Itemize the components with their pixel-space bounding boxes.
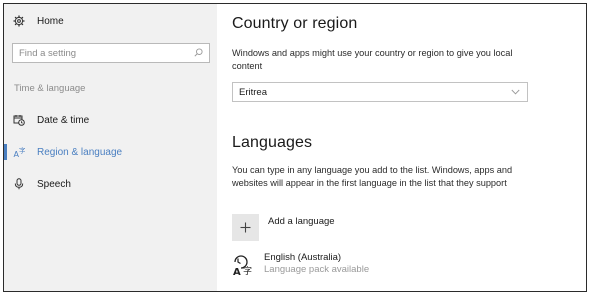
chevron-down-icon <box>511 87 520 98</box>
sidebar-item-label: Region & language <box>37 146 123 158</box>
add-language-button[interactable]: Add a language <box>232 214 335 241</box>
language-icon: A 字 <box>232 254 256 278</box>
language-status: Language pack available <box>264 264 370 275</box>
svg-text:字: 字 <box>19 146 25 155</box>
svg-text:A: A <box>233 267 241 276</box>
country-dropdown-value: Eritrea <box>239 86 267 98</box>
languages-title: Languages <box>232 134 313 151</box>
main-content: Country or region Windows and apps might… <box>232 4 586 291</box>
microphone-icon <box>12 177 26 191</box>
section-title: Time & language <box>14 83 86 94</box>
language-name: English (Australia) <box>264 252 342 263</box>
sidebar-item-label: Home <box>37 15 64 27</box>
sidebar-item-speech[interactable]: Speech <box>4 176 217 192</box>
add-language-label: Add a language <box>268 216 335 227</box>
sidebar-item-label: Speech <box>37 178 71 190</box>
search-input[interactable] <box>19 47 189 59</box>
svg-text:字: 字 <box>243 265 252 276</box>
search-box <box>12 43 210 63</box>
country-dropdown[interactable]: Eritrea <box>232 82 528 102</box>
search-icon[interactable] <box>194 44 203 62</box>
country-region-description: Windows and apps might use your country … <box>232 48 513 71</box>
region-language-icon: A 字 <box>12 145 26 159</box>
sidebar-item-region-language[interactable]: A 字 Region & language <box>4 144 217 160</box>
gear-icon <box>12 14 26 28</box>
calendar-clock-icon <box>12 113 26 127</box>
language-list-item[interactable]: A 字 English (Australia) Language pack av… <box>232 252 369 280</box>
languages-description: You can type in any language you add to … <box>232 165 513 188</box>
sidebar: Home Time & language <box>4 4 217 291</box>
country-region-title: Country or region <box>232 15 358 32</box>
sidebar-item-date-time[interactable]: Date & time <box>4 112 217 128</box>
plus-icon <box>232 214 259 241</box>
sidebar-item-home[interactable]: Home <box>4 13 217 29</box>
sidebar-item-label: Date & time <box>37 114 90 126</box>
settings-window: Home Time & language <box>3 3 587 292</box>
